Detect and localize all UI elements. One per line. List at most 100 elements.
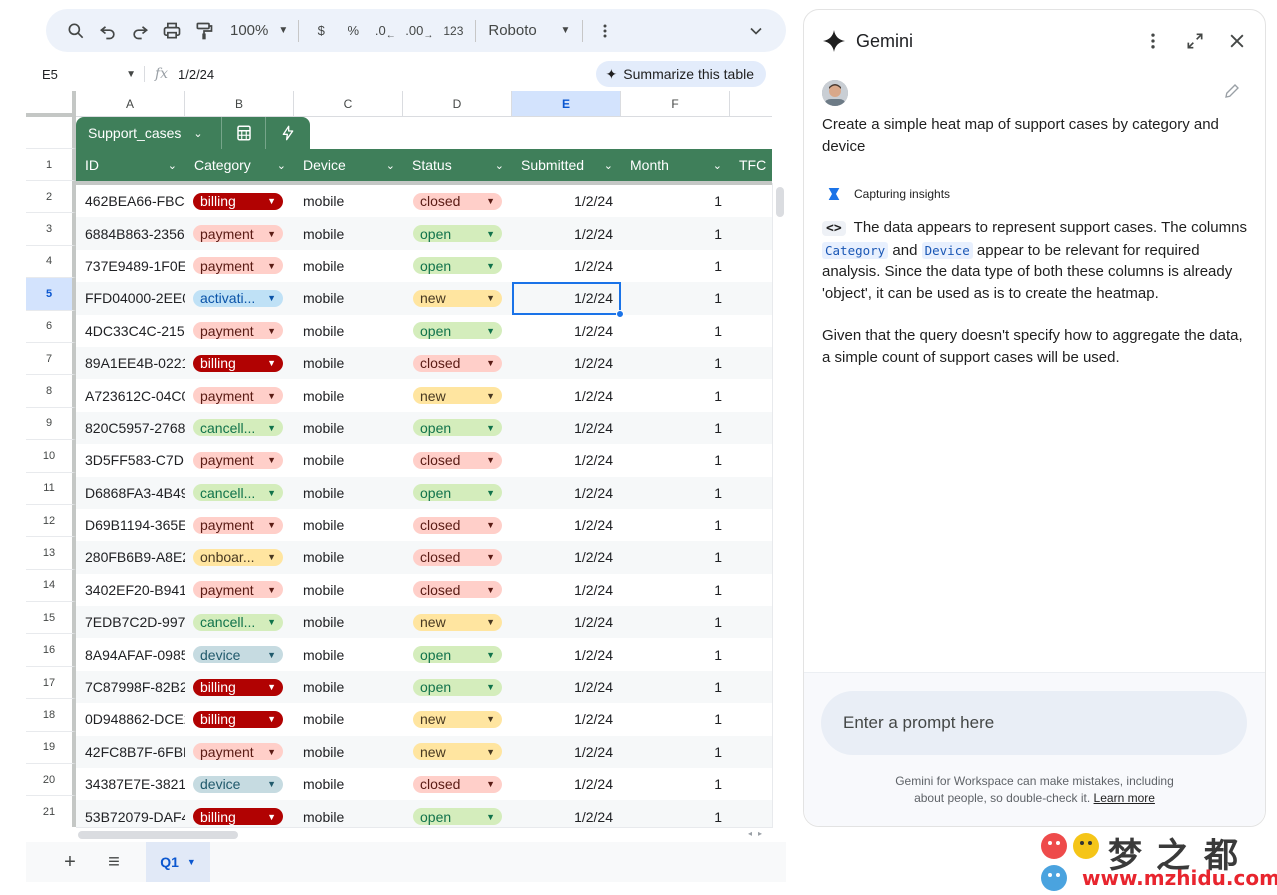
- cell-id[interactable]: 34387E7E-3821: [76, 768, 185, 800]
- row-header[interactable]: 2: [26, 181, 76, 214]
- cell-month[interactable]: 1: [621, 217, 730, 249]
- search-menus-button[interactable]: [60, 16, 92, 46]
- cell-tfc[interactable]: [730, 282, 772, 314]
- cell-submitted[interactable]: 1/2/24: [512, 768, 621, 800]
- cell-submitted[interactable]: 1/2/24: [512, 282, 621, 314]
- row-header[interactable]: 13: [26, 537, 76, 570]
- status-chip[interactable]: closed ▼: [413, 516, 502, 534]
- cell-category[interactable]: billing ▼: [185, 800, 294, 827]
- cell-status[interactable]: open ▼: [403, 800, 512, 827]
- table-name-tab[interactable]: Support_cases ⌄: [76, 117, 310, 149]
- prompt-input[interactable]: Enter a prompt here: [821, 691, 1247, 755]
- category-chip[interactable]: payment ▼: [193, 516, 283, 534]
- cell-category[interactable]: device ▼: [185, 768, 294, 800]
- horizontal-scroll-thumb[interactable]: [78, 831, 238, 839]
- table-automation-button[interactable]: [266, 117, 310, 149]
- category-chip[interactable]: payment ▼: [193, 225, 283, 243]
- status-chip[interactable]: open ▼: [413, 322, 502, 340]
- cell-tfc[interactable]: [730, 217, 772, 249]
- cell-category[interactable]: activati... ▼: [185, 282, 294, 314]
- cell-device[interactable]: mobile: [294, 638, 403, 670]
- cell-category[interactable]: device ▼: [185, 638, 294, 670]
- cell-status[interactable]: open ▼: [403, 638, 512, 670]
- cell-tfc[interactable]: [730, 574, 772, 606]
- cell-category[interactable]: payment ▼: [185, 250, 294, 282]
- cell-submitted[interactable]: 1/2/24: [512, 185, 621, 217]
- cell-category[interactable]: billing ▼: [185, 347, 294, 379]
- status-chip[interactable]: open ▼: [413, 257, 502, 275]
- row-header[interactable]: 15: [26, 602, 76, 635]
- cell-category[interactable]: cancell... ▼: [185, 477, 294, 509]
- cell-tfc[interactable]: [730, 800, 772, 827]
- status-chip[interactable]: open ▼: [413, 808, 502, 826]
- status-chip[interactable]: open ▼: [413, 678, 502, 696]
- row-header[interactable]: 19: [26, 731, 76, 765]
- cell-month[interactable]: 1: [621, 671, 730, 703]
- cell-id[interactable]: 7C87998F-82B2: [76, 671, 185, 703]
- row-header[interactable]: 3: [26, 213, 76, 246]
- cell-id[interactable]: 53B72079-DAF4: [76, 800, 185, 827]
- cell-category[interactable]: payment ▼: [185, 574, 294, 606]
- name-box[interactable]: E5 ▼: [26, 67, 136, 82]
- add-sheet-button[interactable]: +: [48, 851, 92, 874]
- status-chip[interactable]: new ▼: [413, 289, 502, 307]
- select-all-corner[interactable]: [26, 91, 76, 117]
- cell-tfc[interactable]: [730, 477, 772, 509]
- cell-device[interactable]: mobile: [294, 703, 403, 735]
- cell-category[interactable]: payment ▼: [185, 315, 294, 347]
- cell-device[interactable]: mobile: [294, 509, 403, 541]
- undo-button[interactable]: [92, 16, 124, 46]
- decrease-decimal-button[interactable]: .0 ←: [369, 16, 401, 46]
- more-formats-button[interactable]: 123: [437, 16, 469, 46]
- cell-tfc[interactable]: [730, 638, 772, 670]
- learn-more-link[interactable]: Learn more: [1094, 791, 1155, 805]
- sheet-tab-q1[interactable]: Q1 ▼: [146, 842, 210, 882]
- row-header[interactable]: 6: [26, 310, 76, 343]
- cell-category[interactable]: billing ▼: [185, 185, 294, 217]
- cell-id[interactable]: 7EDB7C2D-997I: [76, 606, 185, 638]
- cell-device[interactable]: mobile: [294, 671, 403, 703]
- cell-category[interactable]: cancell... ▼: [185, 606, 294, 638]
- cell-month[interactable]: 1: [621, 736, 730, 768]
- header-id[interactable]: ID ⌄: [76, 149, 185, 181]
- cell-id[interactable]: 737E9489-1F0E: [76, 250, 185, 282]
- cell-id[interactable]: 4DC33C4C-2159: [76, 315, 185, 347]
- column-header-g[interactable]: [730, 91, 772, 117]
- cell-status[interactable]: open ▼: [403, 412, 512, 444]
- category-chip[interactable]: payment ▼: [193, 581, 283, 599]
- cell-month[interactable]: 1: [621, 541, 730, 573]
- cell-status[interactable]: open ▼: [403, 250, 512, 282]
- cell-device[interactable]: mobile: [294, 412, 403, 444]
- status-chip[interactable]: closed ▼: [413, 451, 502, 469]
- header-status[interactable]: Status ⌄: [403, 149, 512, 181]
- header-tfc[interactable]: TFC: [730, 149, 772, 181]
- cell-device[interactable]: mobile: [294, 217, 403, 249]
- row-header[interactable]: 21: [26, 796, 76, 827]
- cell-category[interactable]: payment ▼: [185, 444, 294, 476]
- cell-device[interactable]: mobile: [294, 541, 403, 573]
- category-chip[interactable]: billing ▼: [193, 192, 283, 210]
- cell-status[interactable]: new ▼: [403, 379, 512, 411]
- cell-month[interactable]: 1: [621, 347, 730, 379]
- category-chip[interactable]: billing ▼: [193, 710, 283, 728]
- row-header[interactable]: 20: [26, 764, 76, 797]
- cell-submitted[interactable]: 1/2/24: [512, 379, 621, 411]
- cell-device[interactable]: mobile: [294, 574, 403, 606]
- category-chip[interactable]: payment ▼: [193, 743, 283, 761]
- cell-submitted[interactable]: 1/2/24: [512, 347, 621, 379]
- table-name-dropdown[interactable]: Support_cases ⌄: [76, 117, 222, 149]
- cell-month[interactable]: 1: [621, 638, 730, 670]
- cell-submitted[interactable]: 1/2/24: [512, 671, 621, 703]
- cell-category[interactable]: billing ▼: [185, 703, 294, 735]
- cell-submitted[interactable]: 1/2/24: [512, 736, 621, 768]
- all-sheets-button[interactable]: ≡: [92, 851, 136, 874]
- cell-tfc[interactable]: [730, 671, 772, 703]
- cell-tfc[interactable]: [730, 768, 772, 800]
- column-header-c[interactable]: C: [294, 91, 403, 117]
- status-chip[interactable]: closed ▼: [413, 581, 502, 599]
- category-chip[interactable]: cancell... ▼: [193, 419, 283, 437]
- cell-id[interactable]: 0D948862-DCE2: [76, 703, 185, 735]
- category-chip[interactable]: payment ▼: [193, 387, 283, 405]
- cell-month[interactable]: 1: [621, 412, 730, 444]
- cell-status[interactable]: closed ▼: [403, 347, 512, 379]
